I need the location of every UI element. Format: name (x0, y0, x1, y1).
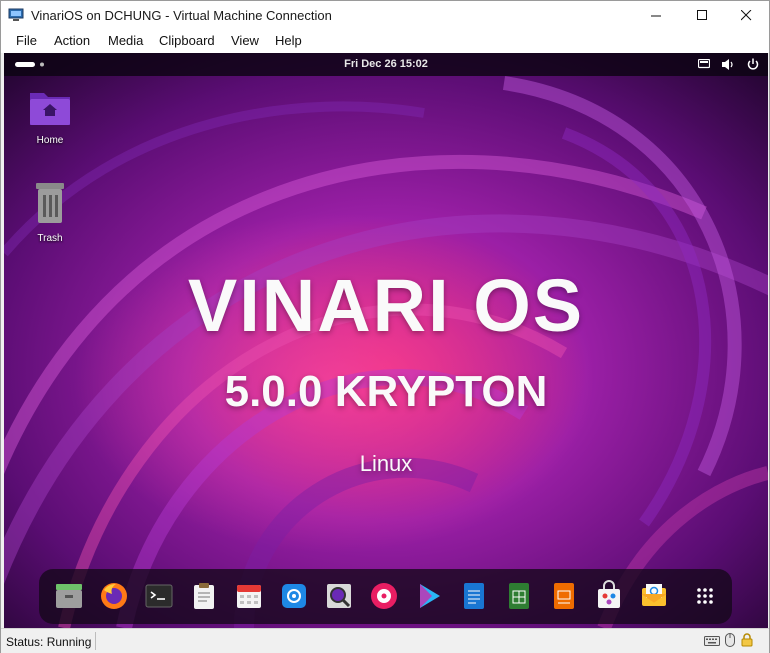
keyboard-icon (704, 636, 720, 646)
desktop-icon-home[interactable]: Home (20, 87, 80, 146)
desktop-icon-trash[interactable]: Trash (20, 183, 80, 244)
os-subtitle: Linux (359, 451, 413, 476)
software-store-icon[interactable] (593, 580, 625, 612)
dock (39, 569, 732, 624)
title-bar[interactable]: VinariOS on DCHUNG - Virtual Machine Con… (1, 1, 769, 29)
menu-clipboard[interactable]: Clipboard (159, 33, 215, 48)
maximize-button[interactable] (679, 1, 725, 29)
vm-connection-window: VinariOS on DCHUNG - Virtual Machine Con… (0, 0, 770, 653)
archive-manager-icon[interactable] (53, 580, 85, 612)
desktop-icon-label: Trash (37, 233, 63, 244)
clipboard-notes-icon[interactable] (188, 580, 220, 612)
media-player-icon[interactable] (413, 580, 445, 612)
firefox-icon[interactable] (98, 580, 130, 612)
vm-status-text: Status: Running (6, 635, 92, 649)
status-bar: Status: Running (1, 628, 769, 653)
calendar-icon[interactable] (233, 580, 265, 612)
status-divider (95, 632, 96, 650)
os-version-heading: 5.0.0 KRYPTON (224, 367, 548, 416)
power-icon[interactable] (747, 58, 759, 70)
menu-view[interactable]: View (231, 33, 259, 48)
presentation-icon[interactable] (548, 580, 580, 612)
menu-bar: File Action Media Clipboard View Help (1, 29, 769, 53)
writer-icon[interactable] (458, 580, 490, 612)
screen-status-icon[interactable] (698, 59, 710, 70)
home-folder-icon (30, 93, 70, 125)
os-name-heading: VINARI OS (187, 264, 585, 347)
minimize-icon (650, 15, 661, 16)
desktop-icon-label: Home (36, 135, 64, 146)
app-grid-icon[interactable] (689, 580, 721, 612)
minimize-button[interactable] (633, 1, 679, 29)
lock-icon (741, 633, 753, 647)
window-title: VinariOS on DCHUNG - Virtual Machine Con… (31, 8, 332, 23)
image-viewer-icon[interactable] (323, 580, 355, 612)
guest-screen[interactable]: Fri Dec 26 15:02 Home Trash VINARI OS 5.… (4, 53, 768, 628)
spreadsheet-icon[interactable] (503, 580, 535, 612)
menu-file[interactable]: File (16, 33, 37, 48)
menu-help[interactable]: Help (275, 33, 302, 48)
terminal-icon[interactable] (143, 580, 175, 612)
mouse-icon (725, 633, 735, 647)
close-icon (740, 9, 751, 20)
menu-action[interactable]: Action (54, 33, 90, 48)
volume-icon[interactable] (722, 59, 735, 70)
close-button[interactable] (723, 1, 769, 29)
top-panel: Fri Dec 26 15:02 (4, 53, 768, 76)
menu-media[interactable]: Media (108, 33, 143, 48)
maximize-icon (696, 9, 707, 20)
music-player-icon[interactable] (368, 580, 400, 612)
email-client-icon[interactable] (278, 580, 310, 612)
trash-icon (36, 183, 64, 223)
vm-connection-icon (8, 8, 24, 21)
mail-icon[interactable] (638, 580, 670, 612)
panel-clock[interactable]: Fri Dec 26 15:02 (4, 58, 768, 70)
